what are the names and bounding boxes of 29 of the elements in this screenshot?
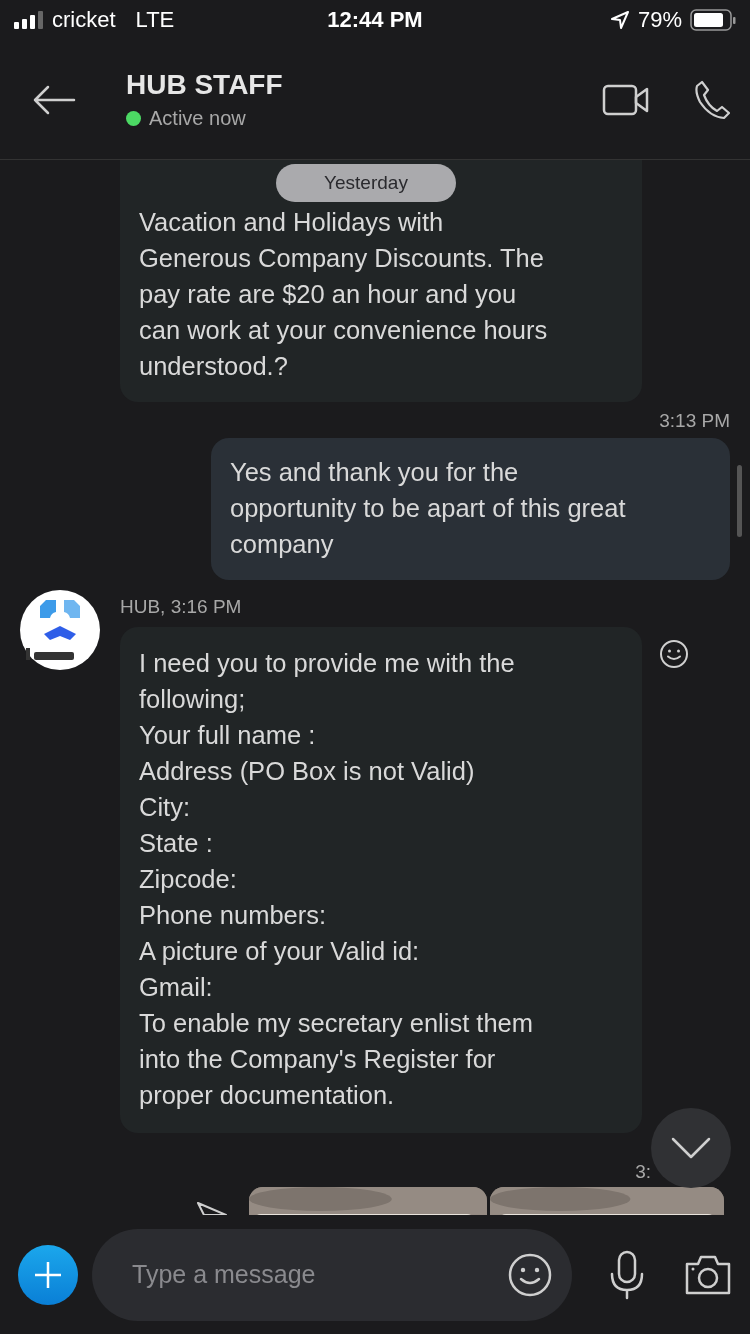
timestamp: 3: bbox=[635, 1161, 651, 1183]
network-type: LTE bbox=[135, 7, 175, 33]
chevron-down-icon[interactable] bbox=[671, 1136, 711, 1160]
message-field[interactable]: Type a message bbox=[92, 1228, 572, 1321]
battery-percent: 79% bbox=[637, 7, 682, 33]
plus-icon[interactable] bbox=[34, 1260, 62, 1289]
microphone-button[interactable] bbox=[608, 1249, 646, 1300]
location-icon bbox=[609, 10, 630, 30]
video-call-button[interactable] bbox=[602, 82, 650, 117]
chat-title: HUB STAFF bbox=[126, 69, 284, 101]
back-button[interactable] bbox=[32, 84, 76, 115]
message-input[interactable]: Type a message bbox=[130, 1259, 508, 1290]
smiley-icon[interactable] bbox=[659, 639, 689, 669]
sender-time: HUB, 3:16 PM bbox=[120, 596, 243, 618]
date-separator: Yesterday bbox=[276, 164, 456, 202]
phone-call-button[interactable] bbox=[694, 79, 730, 120]
scrollbar bbox=[737, 465, 742, 537]
status-time: 12:44 PM bbox=[327, 7, 423, 33]
avatar[interactable] bbox=[20, 590, 100, 670]
message-text: Vacation and Holidays with Generous Company Discounts. The pay rate are $20 an hour and you can work at your convenience hours understood.? bbox=[139, 207, 549, 382]
message-text: Yes and thank you for the opportunity to be apart of this great company bbox=[230, 457, 627, 560]
signal-icon bbox=[14, 11, 44, 29]
battery-icon bbox=[690, 9, 736, 31]
message-text: I need you to provide me with the following; Your full name : Address (PO Box is not Valid) City: State : Zipcode: Phone numbers: A picture of your Valid id: Gmail: To enable my secretary enlist them into the Company's Register for proper documentation. bbox=[139, 648, 534, 1111]
emoji-icon[interactable] bbox=[508, 1252, 552, 1297]
timestamp: 3:13 PM bbox=[659, 410, 730, 432]
camera-button[interactable] bbox=[684, 1253, 732, 1296]
carrier-name: cricket bbox=[52, 7, 116, 33]
presence-status: Active now bbox=[149, 107, 246, 130]
